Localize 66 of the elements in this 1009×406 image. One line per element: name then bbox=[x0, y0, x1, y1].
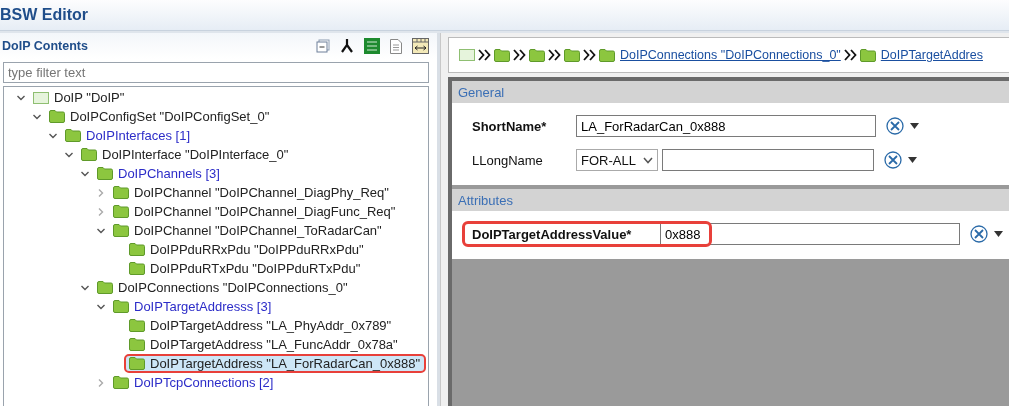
text-field[interactable]: LA_ForRadarCan_0x888 bbox=[576, 115, 876, 137]
folder-icon bbox=[113, 186, 129, 199]
folder-icon bbox=[129, 319, 145, 332]
folder-icon bbox=[81, 148, 97, 161]
tree-item[interactable]: DoIPConfigSet "DoIPConfigSet_0" bbox=[70, 109, 270, 124]
tree-item[interactable]: DoIPInterfaces [1] bbox=[86, 128, 191, 143]
folder-icon bbox=[129, 338, 145, 351]
folder-icon bbox=[49, 110, 65, 123]
folder-icon bbox=[113, 205, 129, 218]
collapse-all-icon[interactable] bbox=[316, 39, 330, 53]
folder-icon[interactable] bbox=[599, 48, 615, 62]
text-field[interactable]: 0x888 bbox=[660, 223, 960, 245]
field-label: LLongName bbox=[472, 152, 544, 168]
folder-icon bbox=[129, 262, 145, 275]
text-field[interactable] bbox=[662, 149, 874, 171]
tree-item[interactable]: DoIPChannels [3] bbox=[118, 166, 220, 181]
section-title: Attributes bbox=[458, 192, 513, 208]
fork-icon[interactable] bbox=[340, 38, 354, 54]
double-chevron-icon bbox=[513, 49, 526, 61]
double-chevron-icon bbox=[583, 49, 596, 61]
double-chevron-icon bbox=[843, 49, 857, 61]
tree-item[interactable]: DoIPTargetAddress "LA_PhyAddr_0x789" bbox=[150, 318, 392, 333]
folder-icon[interactable] bbox=[494, 48, 510, 62]
dropdown-arrow-icon[interactable] bbox=[994, 231, 1003, 237]
tree-item[interactable]: DoIPInterface "DoIPInterface_0" bbox=[102, 147, 289, 162]
tree-item[interactable]: DoIPPduRTxPdu "DoIPPduRTxPdu" bbox=[150, 261, 361, 276]
wrench-circle-icon[interactable] bbox=[884, 151, 902, 169]
folder-icon bbox=[113, 300, 129, 313]
folder-icon bbox=[113, 224, 129, 237]
tree-item[interactable]: DoIPChannel "DoIPChannel_DiagPhy_Req" bbox=[134, 185, 389, 200]
tree-item[interactable]: DoIPTargetAddress "LA_FuncAddr_0x78a" bbox=[150, 337, 398, 352]
tree-item[interactable]: DoIPTcpConnections [2] bbox=[134, 375, 274, 390]
folder-icon bbox=[113, 376, 129, 389]
tree-item[interactable]: DoIPConnections "DoIPConnections_0" bbox=[118, 280, 348, 295]
breadcrumb-link[interactable]: DoIPConnections "DoIPConnections_0" bbox=[620, 48, 841, 62]
field-label: DoIPTargetAddressValue* bbox=[472, 226, 633, 242]
dropdown-arrow-icon[interactable] bbox=[908, 157, 917, 163]
wrench-circle-icon[interactable] bbox=[970, 225, 988, 243]
folder-icon bbox=[65, 129, 81, 142]
column-width-icon[interactable] bbox=[412, 38, 429, 54]
folder-icon[interactable] bbox=[859, 48, 876, 62]
double-chevron-icon bbox=[548, 49, 561, 61]
double-chevron-icon bbox=[478, 49, 491, 61]
language-dropdown[interactable]: FOR-ALL bbox=[576, 149, 658, 171]
filter-field[interactable]: type filter text bbox=[3, 62, 429, 83]
panel-title: DoIP Contents bbox=[2, 39, 88, 53]
tree-item[interactable]: DoIPChannel "DoIPChannel_DiagFunc_Req" bbox=[134, 204, 396, 219]
folder-icon bbox=[97, 167, 113, 180]
folder-icon bbox=[97, 281, 113, 294]
tree-item[interactable]: DoIPChannel "DoIPChannel_ToRadarCan" bbox=[134, 223, 382, 238]
dropdown-arrow-icon[interactable] bbox=[910, 123, 919, 129]
document-icon[interactable] bbox=[390, 38, 402, 54]
folder-icon bbox=[129, 243, 145, 256]
tree-item[interactable]: DoIPTargetAddresss [3] bbox=[134, 299, 272, 314]
folder-icon[interactable] bbox=[529, 48, 545, 62]
folder-icon[interactable] bbox=[564, 48, 580, 62]
tree-item[interactable]: DoIP "DoIP" bbox=[54, 90, 125, 105]
resource-tile-icon[interactable] bbox=[364, 38, 380, 54]
wrench-circle-icon[interactable] bbox=[886, 117, 904, 135]
window-title: BSW Editor bbox=[0, 6, 88, 24]
field-label: ShortName* bbox=[472, 118, 548, 134]
folder-icon bbox=[129, 357, 145, 370]
breadcrumb-link[interactable]: DoIPTargetAddres bbox=[880, 48, 983, 62]
tree-item[interactable]: DoIPPduRRxPdu "DoIPPduRRxPdu" bbox=[150, 242, 364, 257]
section-title: General bbox=[458, 84, 505, 100]
module-icon bbox=[33, 91, 49, 104]
